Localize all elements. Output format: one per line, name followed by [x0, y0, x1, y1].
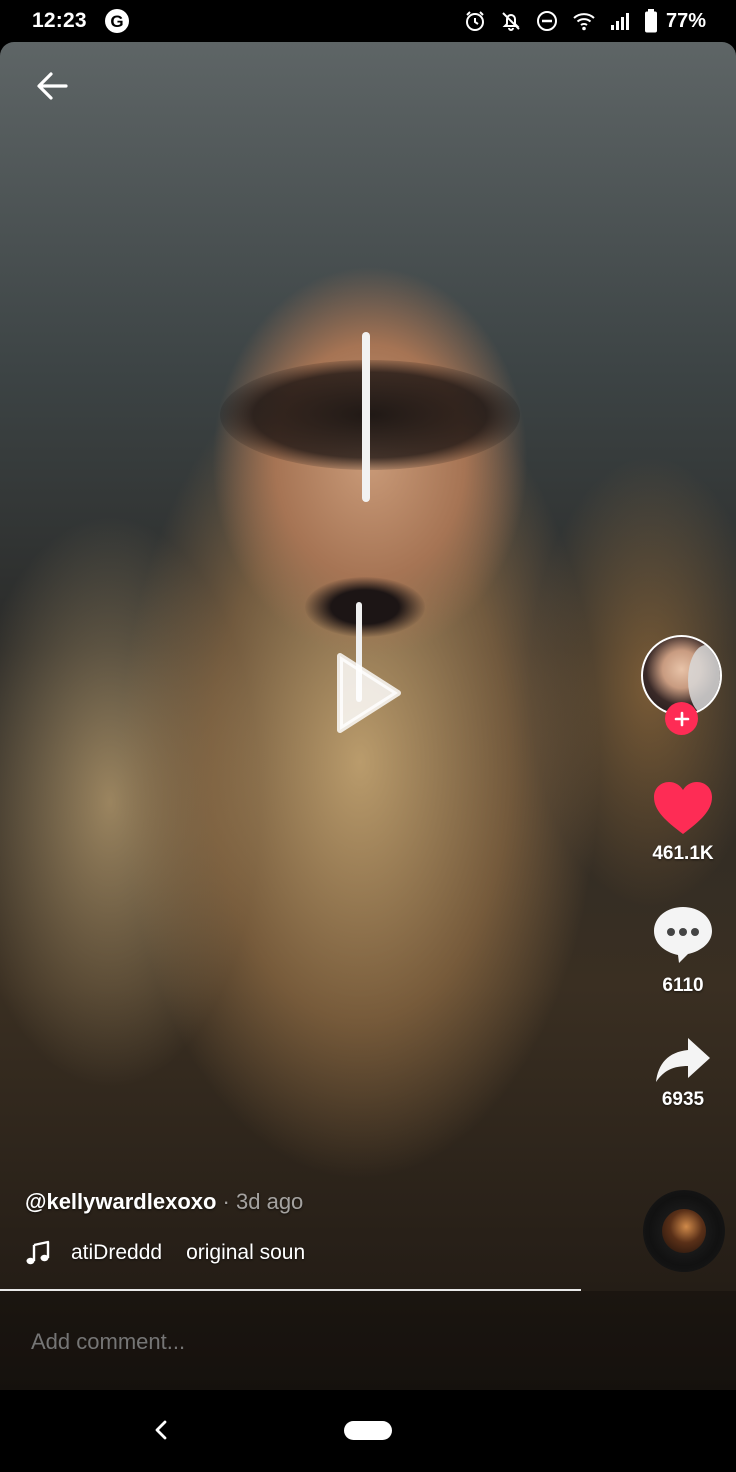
video-frame-detail	[305, 577, 425, 637]
nav-home-pill[interactable]	[344, 1421, 392, 1440]
play-icon[interactable]	[334, 650, 404, 736]
music-note-icon	[26, 1240, 50, 1265]
username-link[interactable]: @kellywardlexoxo	[25, 1189, 216, 1214]
caption-line: @kellywardlexoxo · 3d ago	[25, 1189, 303, 1215]
alarm-icon	[465, 11, 484, 31]
svg-text:G: G	[110, 12, 123, 31]
video-frame-detail	[220, 360, 520, 470]
comment-icon[interactable]	[652, 905, 714, 965]
follow-button[interactable]	[665, 702, 698, 735]
cell-signal-icon	[610, 13, 629, 30]
music-disc-cover	[662, 1209, 706, 1253]
back-arrow-icon[interactable]	[32, 66, 72, 106]
music-ticker[interactable]: atiDreddd original soun	[71, 1241, 341, 1265]
like-count: 461.1K	[652, 843, 714, 864]
do-not-disturb-icon	[536, 11, 557, 31]
avatar-detail	[688, 645, 720, 714]
battery-percent: 77%	[665, 9, 706, 32]
status-time: 12:23	[32, 9, 87, 32]
wifi-icon	[573, 13, 595, 31]
comment-count: 6110	[662, 975, 704, 996]
battery-icon	[644, 9, 657, 33]
music-title: original soun	[186, 1241, 306, 1264]
share-count: 6935	[661, 1089, 705, 1110]
comment-input[interactable]	[31, 1327, 631, 1357]
share-icon[interactable]	[654, 1036, 712, 1084]
heart-icon[interactable]	[652, 780, 714, 836]
music-disc[interactable]	[643, 1190, 725, 1272]
google-icon: G	[105, 9, 129, 33]
plus-icon	[674, 711, 689, 726]
music-artist: atiDreddd	[71, 1241, 163, 1264]
nav-back-icon[interactable]	[150, 1418, 174, 1442]
posted-time: 3d ago	[236, 1189, 304, 1214]
status-bar: 12:23 G 77%	[0, 0, 736, 42]
video-frame-detail	[362, 332, 370, 502]
notifications-off-icon	[502, 12, 520, 31]
caption-separator: ·	[216, 1189, 236, 1214]
